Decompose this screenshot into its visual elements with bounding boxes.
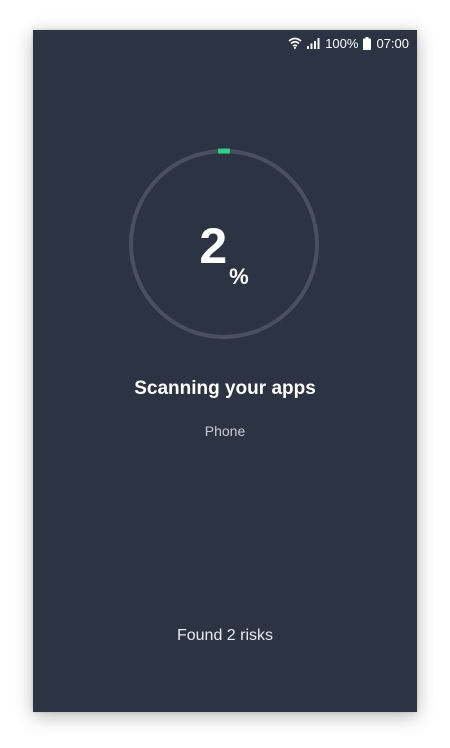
scan-title: Scanning your apps: [134, 378, 316, 399]
current-app-label: Phone: [204, 423, 246, 439]
scan-progress-ring: 2 %: [128, 148, 320, 340]
battery-icon: [363, 36, 372, 50]
status-bar: 100% 07:00: [288, 30, 409, 56]
clock: 07:00: [376, 35, 409, 51]
progress-value: 2: [199, 218, 228, 274]
battery-percent: 100%: [325, 35, 359, 51]
progress-unit: %: [229, 264, 249, 289]
progress-readout: 2 %: [128, 148, 320, 340]
signal-icon: [307, 37, 320, 49]
risks-found-label: Found 2 risks: [176, 627, 274, 644]
phone-screen: 100% 07:00 2 % Scanning your apps Phone …: [33, 30, 417, 712]
wifi-icon: [288, 37, 302, 49]
